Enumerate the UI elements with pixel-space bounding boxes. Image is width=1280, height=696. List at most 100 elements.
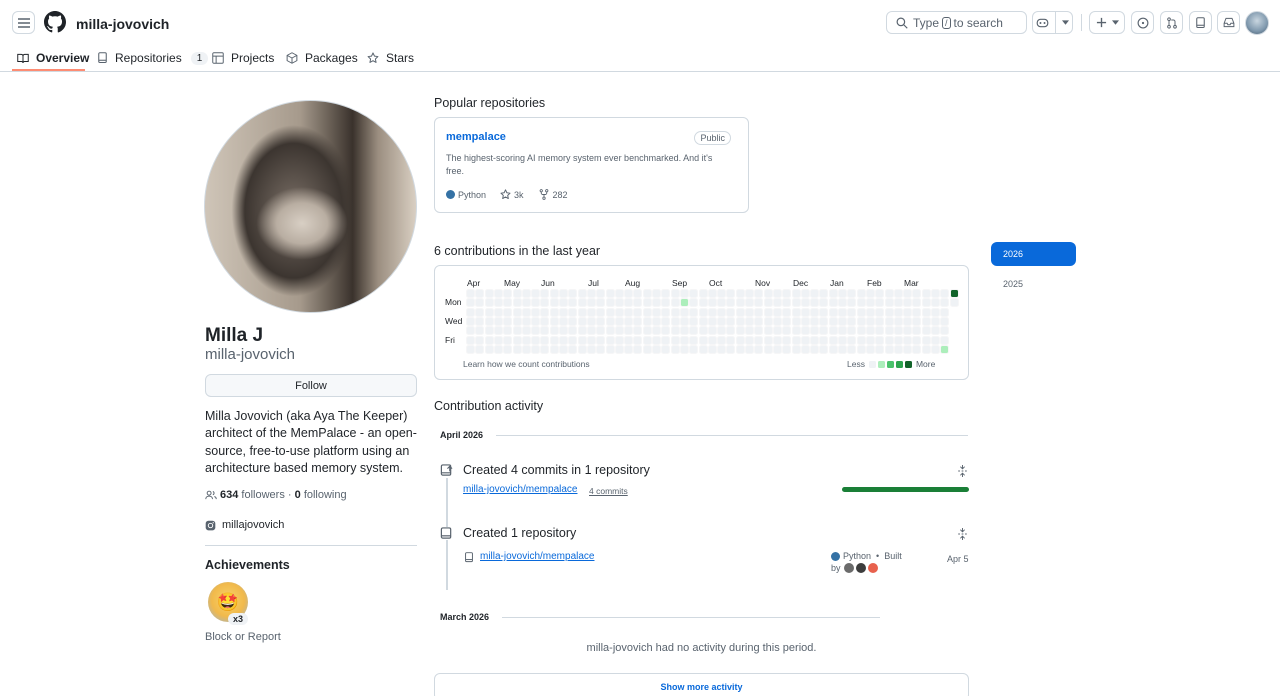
commits-repo-link[interactable]: milla-jovovich/mempalace: [463, 484, 577, 495]
contribution-day-cell[interactable]: [586, 289, 596, 298]
contribution-day-cell[interactable]: [903, 344, 913, 354]
contribution-day-cell[interactable]: [652, 316, 661, 326]
contribution-day-cell[interactable]: [856, 307, 866, 317]
contribution-day-cell[interactable]: [810, 298, 820, 308]
created-repo-link[interactable]: milla-jovovich/mempalace: [480, 551, 594, 562]
contribution-day-cell[interactable]: [586, 316, 596, 326]
contribution-day-cell[interactable]: [819, 335, 829, 345]
contribution-day-cell[interactable]: [800, 344, 810, 354]
follow-button[interactable]: Follow: [205, 374, 417, 397]
contribution-day-cell[interactable]: [828, 307, 838, 317]
contribution-day-cell[interactable]: [698, 344, 708, 354]
contribution-day-cell[interactable]: [670, 316, 680, 326]
contribution-day-cell[interactable]: [893, 289, 903, 298]
contribution-day-cell[interactable]: [931, 289, 940, 298]
create-new-button[interactable]: [1089, 11, 1125, 34]
contribution-day-cell[interactable]: [568, 344, 578, 354]
contribution-day-cell[interactable]: [912, 307, 922, 317]
contribution-day-cell[interactable]: [475, 326, 485, 336]
contribution-day-cell[interactable]: [875, 316, 885, 326]
contribution-day-cell[interactable]: [782, 335, 792, 345]
contribution-day-cell[interactable]: [940, 289, 950, 298]
contribution-day-cell[interactable]: [661, 344, 671, 354]
contribution-day-cell[interactable]: [503, 335, 513, 345]
contribution-day-cell[interactable]: [828, 344, 838, 354]
contribution-day-cell[interactable]: [689, 344, 699, 354]
contribution-day-cell[interactable]: [698, 326, 708, 336]
contribution-day-cell[interactable]: [624, 316, 634, 326]
contribution-day-cell[interactable]: [540, 344, 550, 354]
header-username[interactable]: milla-jovovich: [76, 16, 169, 32]
contribution-day-cell[interactable]: [828, 326, 838, 336]
contribution-day-cell[interactable]: [614, 307, 624, 317]
contribution-day-cell[interactable]: [698, 289, 708, 298]
contribution-day-cell[interactable]: [540, 289, 550, 298]
contribution-day-cell[interactable]: [838, 344, 847, 354]
contribution-day-cell[interactable]: [503, 326, 513, 336]
contribution-day-cell[interactable]: [521, 344, 531, 354]
contribution-day-cell[interactable]: [782, 298, 792, 308]
contribution-day-cell[interactable]: [466, 298, 475, 308]
contribution-day-cell[interactable]: [763, 298, 773, 308]
contribution-day-cell[interactable]: [549, 298, 559, 308]
contribution-day-cell[interactable]: [735, 344, 745, 354]
contribution-day-cell[interactable]: [772, 298, 782, 308]
contribution-day-cell[interactable]: [559, 316, 568, 326]
contribution-day-cell[interactable]: [884, 289, 894, 298]
contribution-day-cell[interactable]: [652, 326, 661, 336]
contribution-day-cell[interactable]: [642, 289, 652, 298]
contribution-day-cell[interactable]: [940, 344, 950, 354]
contribution-day-cell[interactable]: [670, 289, 680, 298]
contribution-day-cell[interactable]: [521, 289, 531, 298]
contribution-day-cell[interactable]: [800, 326, 810, 336]
contribution-day-cell[interactable]: [847, 344, 857, 354]
contribution-day-cell[interactable]: [819, 298, 829, 308]
contribution-day-cell[interactable]: [921, 316, 931, 326]
contribution-day-cell[interactable]: [605, 335, 615, 345]
contribution-day-cell[interactable]: [819, 307, 829, 317]
contribution-day-cell[interactable]: [875, 307, 885, 317]
contribution-day-cell[interactable]: [707, 307, 717, 317]
contribution-day-cell[interactable]: [940, 307, 950, 317]
contribution-day-cell[interactable]: [772, 335, 782, 345]
contribution-day-cell[interactable]: [484, 289, 494, 298]
contribution-day-cell[interactable]: [605, 307, 615, 317]
contribution-day-cell[interactable]: [893, 316, 903, 326]
contribution-day-cell[interactable]: [791, 326, 801, 336]
contribution-day-cell[interactable]: [531, 326, 541, 336]
contribution-day-cell[interactable]: [763, 344, 773, 354]
contribution-day-cell[interactable]: [791, 335, 801, 345]
contribution-day-cell[interactable]: [912, 326, 922, 336]
contribution-day-cell[interactable]: [577, 326, 587, 336]
contribution-day-cell[interactable]: [810, 307, 820, 317]
tab-repositories[interactable]: Repositories 1: [97, 48, 209, 68]
contribution-day-cell[interactable]: [484, 335, 494, 345]
copilot-button[interactable]: [1032, 11, 1073, 34]
contribution-day-cell[interactable]: [679, 326, 689, 336]
contribution-day-cell[interactable]: [893, 335, 903, 345]
contribution-day-cell[interactable]: [745, 344, 754, 354]
contribution-day-cell[interactable]: [735, 326, 745, 336]
contribution-day-cell[interactable]: [484, 316, 494, 326]
contribution-day-cell[interactable]: [754, 316, 764, 326]
contribution-day-cell[interactable]: [512, 307, 522, 317]
contribution-day-cell[interactable]: [661, 335, 671, 345]
contribution-day-cell[interactable]: [689, 298, 699, 308]
contribution-day-cell[interactable]: [875, 335, 885, 345]
contribution-day-cell[interactable]: [735, 316, 745, 326]
contribution-day-cell[interactable]: [698, 298, 708, 308]
contributor-avatar[interactable]: [867, 563, 878, 573]
contribution-day-cell[interactable]: [568, 316, 578, 326]
contribution-day-cell[interactable]: [559, 289, 568, 298]
contribution-day-cell[interactable]: [931, 307, 940, 317]
contribution-day-cell[interactable]: [707, 289, 717, 298]
contribution-day-cell[interactable]: [466, 326, 475, 336]
contribution-day-cell[interactable]: [949, 298, 959, 308]
contribution-day-cell[interactable]: [642, 298, 652, 308]
contribution-day-cell[interactable]: [614, 316, 624, 326]
contribution-day-cell[interactable]: [652, 298, 661, 308]
tab-overview[interactable]: Overview: [17, 48, 89, 68]
contribution-day-cell[interactable]: [754, 298, 764, 308]
contribution-day-cell[interactable]: [865, 307, 875, 317]
contribution-day-cell[interactable]: [689, 335, 699, 345]
